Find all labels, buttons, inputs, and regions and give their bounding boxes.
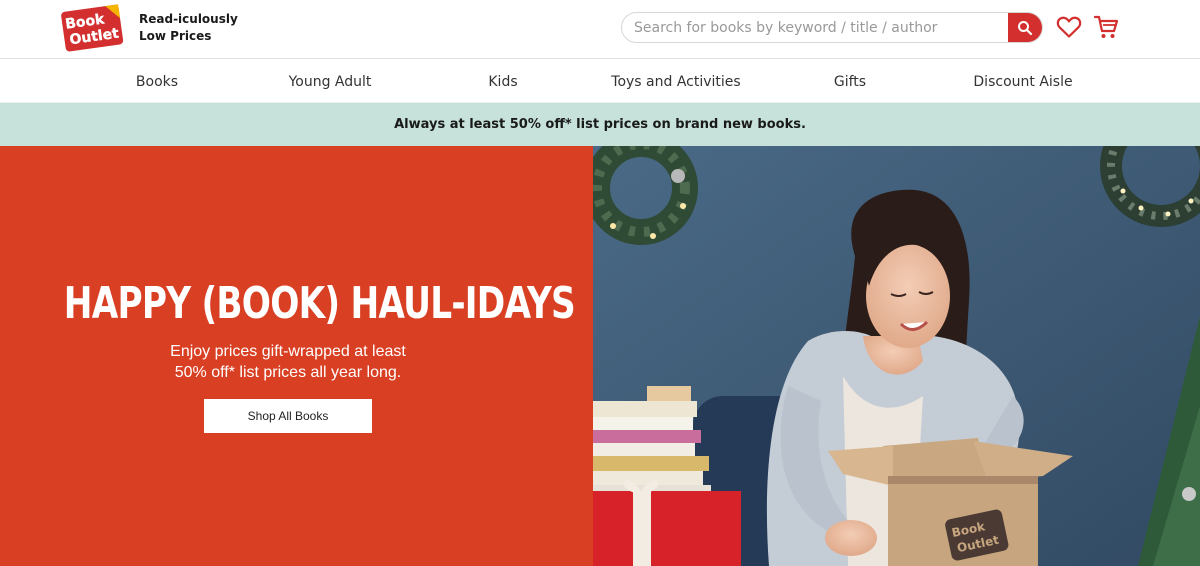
wishlist-button[interactable] [1055, 14, 1082, 40]
promo-text: Always at least 50% off* list prices on … [394, 117, 806, 132]
site-header: Book Outlet Read-iculously Low Prices [0, 0, 1200, 59]
nav-item-kids[interactable]: Kids [488, 74, 517, 90]
nav-item-young-adult[interactable]: Young Adult [289, 74, 372, 90]
red-gift-box [593, 479, 741, 566]
search-input[interactable] [622, 13, 1010, 42]
cart-icon [1093, 15, 1119, 38]
nav-item-toys-and-activities[interactable]: Toys and Activities [611, 74, 740, 90]
nav-item-gifts[interactable]: Gifts [834, 74, 866, 90]
hero-subtitle: Enjoy prices gift-wrapped at least 50% o… [88, 341, 488, 383]
promo-banner: Always at least 50% off* list prices on … [0, 103, 1200, 146]
nav-item-discount-aisle[interactable]: Discount Aisle [973, 74, 1072, 90]
hero-image[interactable]: Book Outlet [593, 146, 1200, 566]
main-nav: Books Young Adult Kids Toys and Activiti… [0, 60, 1200, 103]
nav-item-books[interactable]: Books [136, 74, 178, 90]
hero-illustration: Book Outlet [593, 146, 1200, 566]
cart-button[interactable] [1092, 13, 1120, 41]
search-button[interactable] [1008, 13, 1042, 42]
book-outlet-logo[interactable]: Book Outlet [60, 2, 126, 52]
search-icon [1018, 20, 1033, 35]
tagline-line-1: Read-iculously [139, 12, 238, 26]
shop-all-books-button[interactable]: Shop All Books [204, 399, 372, 433]
tagline-line-2: Low Prices [139, 29, 212, 43]
hero-subtitle-line-1: Enjoy prices gift-wrapped at least [170, 343, 406, 360]
brand-tagline: Read-iculously Low Prices [139, 11, 238, 45]
heart-icon [1056, 16, 1081, 38]
hero-subtitle-line-2: 50% off* list prices all year long. [174, 364, 402, 381]
search-bar [621, 12, 1043, 43]
hero-title: HAPPY (BOOK) HAUL-IDAYS [63, 278, 576, 329]
